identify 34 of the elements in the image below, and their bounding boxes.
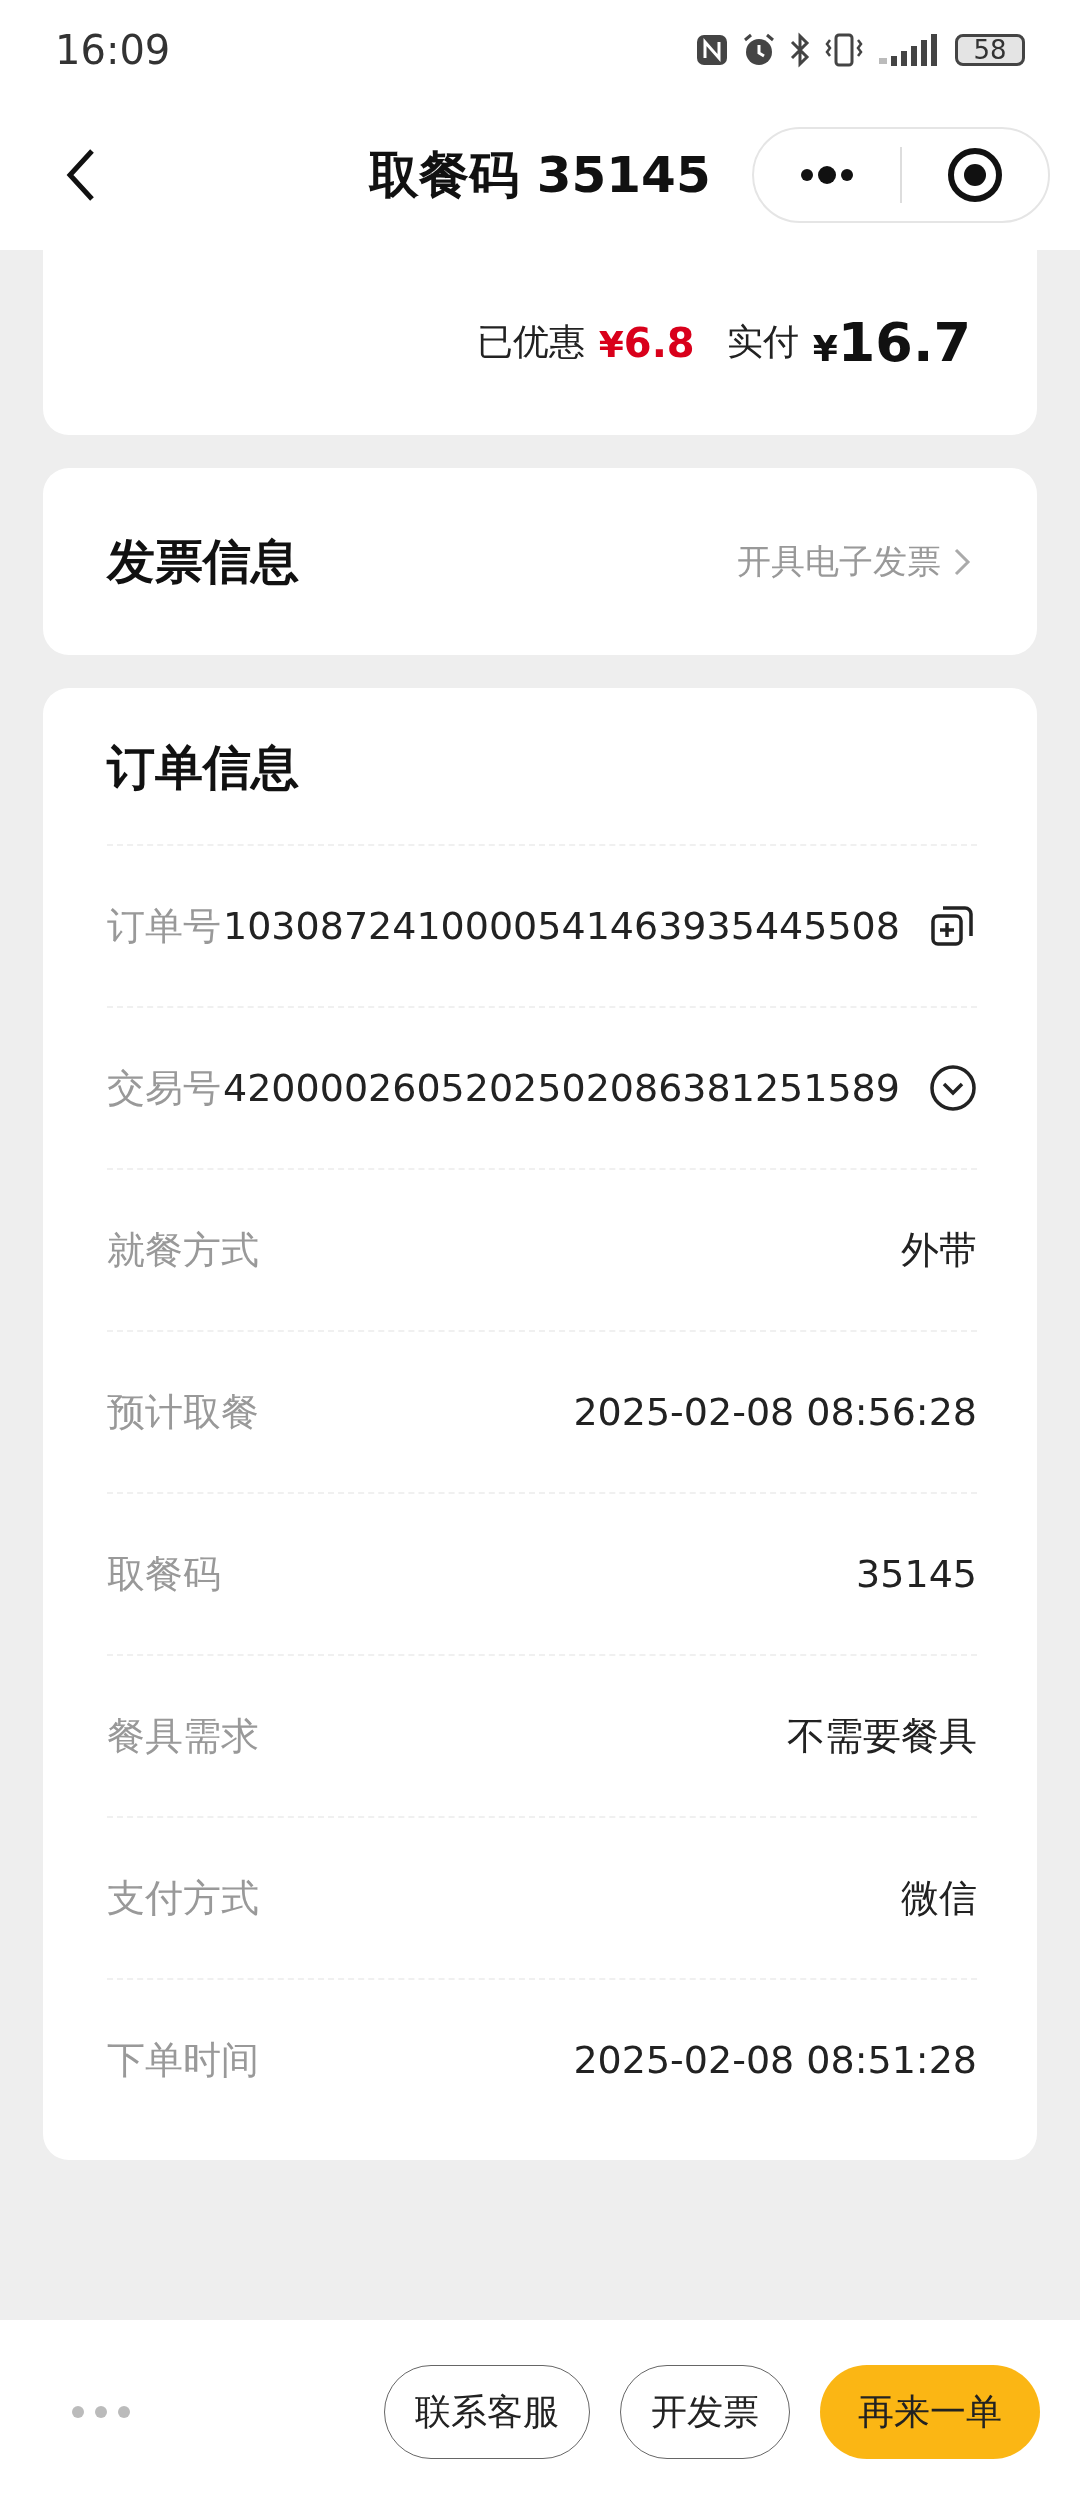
row-label: 支付方式 — [107, 1874, 259, 1922]
row-label: 就餐方式 — [107, 1226, 259, 1274]
discount-amount: ¥6.8 — [598, 319, 695, 366]
row-value: 微信 — [901, 1874, 977, 1922]
row-value: 35145 — [856, 1552, 977, 1596]
action-button[interactable]: 联系客服 — [384, 2365, 590, 2459]
paid-amount: ¥16.7 — [812, 311, 971, 374]
chevron-down-icon[interactable] — [929, 1064, 977, 1112]
invoice-title: 发票信息 — [107, 531, 299, 591]
row-label: 订单号 — [107, 902, 221, 950]
bluetooth-icon — [789, 32, 811, 68]
vibrate-icon — [823, 32, 865, 68]
row-value: 外带 — [901, 1226, 977, 1274]
page-title: 取餐码 35145 — [369, 144, 711, 206]
order-info-title: 订单信息 — [107, 738, 299, 797]
alarm-icon — [741, 32, 777, 68]
row-value: 4200002605202502086381251589 — [223, 1066, 900, 1110]
paid-label: 实付 — [726, 320, 799, 364]
row-label: 交易号 — [107, 1064, 221, 1112]
discount-label: 已优惠 — [476, 320, 585, 364]
row-label: 取餐码 — [107, 1550, 221, 1598]
row-label: 预计取餐 — [107, 1388, 259, 1436]
row-label: 餐具需求 — [107, 1712, 259, 1760]
action-button[interactable]: 再来一单 — [820, 2365, 1040, 2459]
row-value: 2025-02-08 08:56:28 — [573, 1390, 977, 1434]
row-value: 不需要餐具 — [787, 1712, 977, 1760]
nfc-icon — [695, 33, 729, 67]
status-time: 16:09 — [55, 27, 171, 73]
row-value: 2025-02-08 08:51:28 — [573, 2038, 977, 2082]
row-label: 下单时间 — [107, 2036, 259, 2084]
action-button[interactable]: 开发票 — [620, 2365, 790, 2459]
chevron-right-icon — [953, 546, 971, 577]
battery-icon: 58 — [955, 34, 1025, 66]
row-value: 1030872410000541463935445508 — [223, 904, 900, 948]
